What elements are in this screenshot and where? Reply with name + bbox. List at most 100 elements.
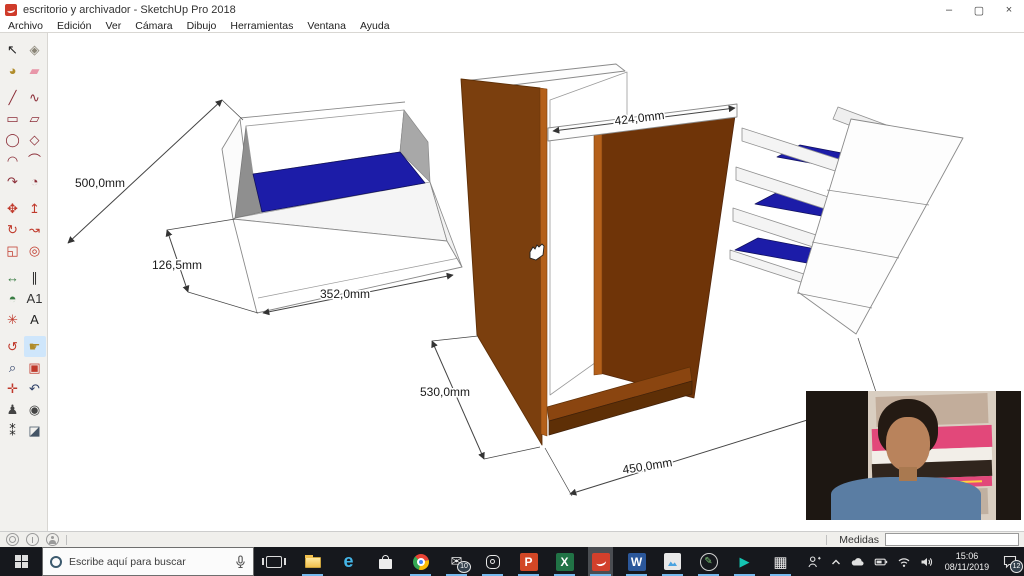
zoom-window-tool[interactable]: ▣ [24, 357, 46, 378]
follow-me-tool[interactable]: ↝ [24, 219, 46, 240]
onedrive-icon[interactable] [850, 555, 866, 569]
push-pull-tool[interactable]: ↥ [24, 198, 46, 219]
action-center-button[interactable]: 12 [1000, 551, 1020, 573]
taskbar-app-photos[interactable] [660, 547, 685, 576]
file-explorer-icon [301, 550, 325, 574]
two-point-arc-tool[interactable]: ⌒ [24, 150, 46, 171]
wifi-icon[interactable] [896, 555, 912, 569]
walk-tool[interactable]: ⁑ [2, 420, 24, 441]
volume-icon[interactable] [919, 555, 934, 569]
move-tool[interactable]: ✥ [2, 198, 24, 219]
line-tool[interactable]: ╱ [2, 87, 24, 108]
chrome-icon [409, 550, 433, 574]
dim-label-126: 126,5mm [152, 258, 202, 272]
start-button[interactable] [0, 547, 42, 576]
select-tool[interactable]: ↖ [2, 39, 24, 60]
make-component-tool[interactable]: ◈ [24, 39, 46, 60]
taskbar-app-calculator[interactable]: ▦ [768, 547, 793, 576]
powerpoint-icon: P [520, 553, 538, 571]
zoom-extents-tool[interactable]: ✛ [2, 378, 24, 399]
look-around-tool[interactable]: ◉ [24, 399, 46, 420]
taskbar-app-instagram[interactable] [480, 547, 505, 576]
sign-in-icon[interactable] [46, 533, 59, 546]
geolocation-icon[interactable] [6, 533, 19, 546]
taskbar-app-mail[interactable]: ✉10 [444, 547, 469, 576]
arc-tool[interactable]: ◠ [2, 150, 24, 171]
battery-icon[interactable] [873, 555, 889, 569]
three-point-arc-tool[interactable]: ↷ [2, 171, 24, 192]
rectangle-tool[interactable]: ▭ [2, 108, 24, 129]
taskbar-app-sketchup[interactable] [588, 547, 613, 576]
credits-icon[interactable] [26, 533, 39, 546]
windows-logo-icon [15, 555, 28, 568]
taskbar-app-edge[interactable]: e [336, 547, 361, 576]
tape-measure-tool[interactable]: ↔ [2, 267, 24, 288]
axes-tool[interactable]: ✳ [2, 309, 24, 330]
zoom-tool[interactable]: ⌕ [2, 357, 24, 378]
polygon-tool[interactable]: ◇ [24, 129, 46, 150]
dim-label-530: 530,0mm [420, 385, 470, 399]
taskbar-search-input[interactable]: Escribe aquí para buscar [42, 547, 254, 576]
circle-tool[interactable]: ◯ [2, 129, 24, 150]
windows-taskbar: Escribe aquí para buscar e ✉10 PX W ✎ ▶ ▦ [0, 547, 1024, 576]
taskbar-app-word[interactable]: W [624, 547, 649, 576]
taskbar-app-video-editor[interactable]: ▶ [732, 547, 757, 576]
menu-archivo[interactable]: Archivo [8, 20, 43, 32]
hidden-icons-chevron-icon[interactable] [829, 555, 843, 569]
pan-tool[interactable]: ☛ [24, 336, 46, 357]
orbit-tool[interactable]: ↺ [2, 336, 24, 357]
menu-dibujo[interactable]: Dibujo [187, 20, 217, 32]
taskbar-app-excel[interactable]: X [552, 547, 577, 576]
minimize-button[interactable]: – [934, 0, 964, 20]
window-controls: –▢× [934, 0, 1024, 20]
offset-tool[interactable]: ◎ [24, 240, 46, 261]
taskbar-app-file-explorer[interactable] [300, 547, 325, 576]
freehand-tool[interactable]: ∿ [24, 87, 46, 108]
menu-camara[interactable]: Cámara [135, 20, 172, 32]
rotate-tool[interactable]: ↻ [2, 219, 24, 240]
3d-text-tool[interactable]: A [24, 309, 46, 330]
paint-bucket-tool[interactable]: ◕ [2, 60, 24, 81]
window-title: escritorio y archivador - SketchUp Pro 2… [23, 4, 236, 16]
taskbar-clock[interactable]: 15:06 08/11/2019 [941, 551, 993, 573]
menu-edicion[interactable]: Edición [57, 20, 91, 32]
cortana-icon [50, 556, 62, 568]
taskbar-apps: e ✉10 PX W ✎ ▶ ▦ [300, 547, 793, 576]
scale-tool[interactable]: ◱ [2, 240, 24, 261]
rotated-rectangle-tool[interactable]: ▱ [24, 108, 46, 129]
excel-icon: X [556, 553, 574, 571]
menu-ver[interactable]: Ver [105, 20, 121, 32]
photos-icon [664, 553, 681, 570]
text-tool[interactable]: A1 [24, 288, 46, 309]
taskbar-app-sketch-app[interactable]: ✎ [696, 547, 721, 576]
taskbar-app-powerpoint[interactable]: P [516, 547, 541, 576]
action-center-badge: 12 [1010, 560, 1023, 573]
people-icon[interactable] [807, 555, 822, 569]
clock-date: 08/11/2019 [941, 562, 993, 573]
dim-label-450: 450,0mm [622, 455, 674, 477]
calculator-icon: ▦ [769, 550, 793, 574]
eraser-tool[interactable]: ▰ [24, 60, 46, 81]
protractor-tool[interactable]: ◓ [2, 288, 24, 309]
measurements-input[interactable] [885, 533, 1019, 546]
dimension-500mm [68, 100, 243, 243]
instagram-icon [481, 550, 505, 574]
menu-herramientas[interactable]: Herramientas [230, 20, 293, 32]
task-view-button[interactable] [266, 556, 282, 568]
previous-view-tool[interactable]: ↶ [24, 378, 46, 399]
position-camera-tool[interactable]: ♟ [2, 399, 24, 420]
status-bar: Medidas [0, 531, 1024, 547]
sketchup-logo-icon [5, 4, 17, 16]
close-button[interactable]: × [994, 0, 1024, 20]
maximize-button[interactable]: ▢ [964, 0, 994, 20]
drawer-tray-model[interactable] [222, 102, 462, 313]
taskbar-app-chrome[interactable] [408, 547, 433, 576]
menu-ventana[interactable]: Ventana [307, 20, 346, 32]
taskbar-app-store[interactable] [372, 547, 397, 576]
section-plane-tool[interactable]: ◪ [24, 420, 46, 441]
drawer-unit-model[interactable] [730, 107, 963, 334]
cabinet-model[interactable] [461, 64, 737, 445]
dimension-tool[interactable]: ∥ [24, 267, 46, 288]
pie-tool[interactable]: ◔ [24, 171, 46, 192]
menu-ayuda[interactable]: Ayuda [360, 20, 390, 32]
